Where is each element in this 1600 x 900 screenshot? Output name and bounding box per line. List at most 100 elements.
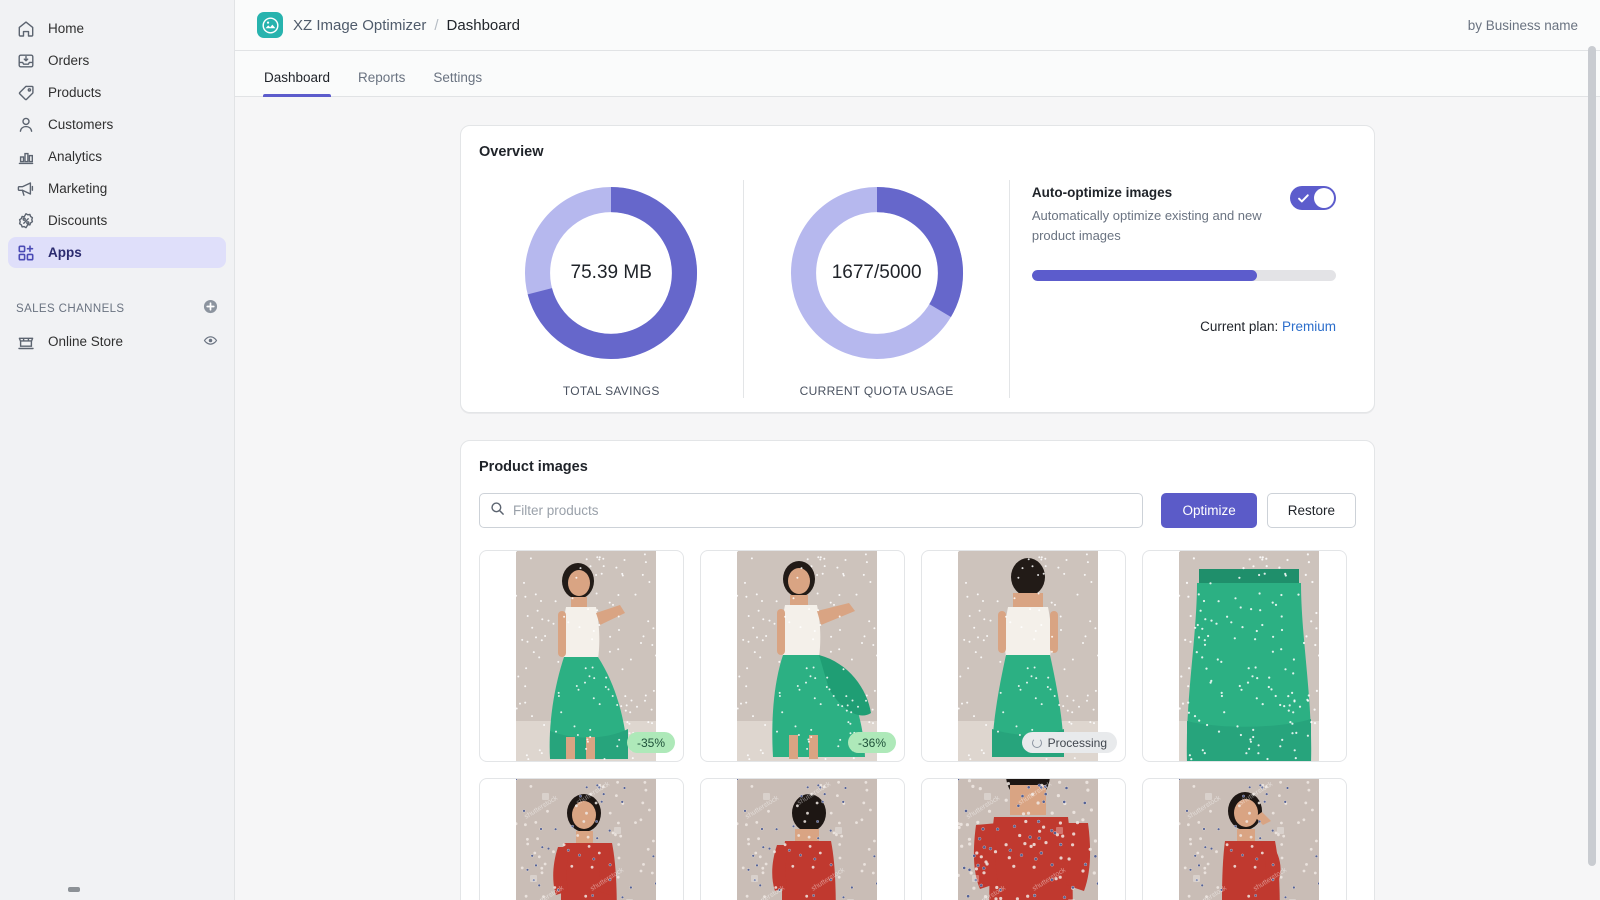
product-image-card[interactable]: Processing bbox=[921, 550, 1126, 762]
sidebar-item-analytics[interactable]: Analytics bbox=[8, 141, 226, 172]
check-icon bbox=[1297, 192, 1310, 210]
sales-channel-list: Online Store bbox=[0, 326, 234, 357]
product-thumbnail bbox=[737, 551, 877, 762]
total-savings-value: 75.39 MB bbox=[518, 180, 704, 366]
toggle-knob bbox=[1314, 188, 1334, 208]
quota-label: CURRENT QUOTA USAGE bbox=[800, 384, 954, 398]
product-toolbar: Optimize Restore bbox=[479, 493, 1356, 528]
page-content: Overview 75.39 MB TOTAL SAVINGS bbox=[235, 97, 1600, 900]
sidebar-item-label: Home bbox=[48, 21, 84, 36]
vertical-scrollbar[interactable] bbox=[1588, 46, 1596, 866]
person-icon bbox=[16, 115, 36, 135]
breadcrumb-separator: / bbox=[434, 17, 438, 34]
image-optimizer-logo-icon bbox=[257, 12, 283, 38]
scroll-area: Overview 75.39 MB TOTAL SAVINGS bbox=[235, 97, 1600, 900]
search-input[interactable] bbox=[513, 503, 1132, 518]
app-root: Home Orders Products Customers Analytics Mark… bbox=[0, 0, 1600, 900]
product-thumbnail bbox=[1179, 551, 1319, 762]
sales-channels-label: SALES CHANNELS bbox=[16, 303, 125, 315]
search-icon bbox=[490, 501, 505, 521]
plus-circle-icon[interactable] bbox=[203, 299, 218, 319]
sidebar-item-label: Analytics bbox=[48, 149, 102, 164]
quota-value: 1677/5000 bbox=[784, 180, 970, 366]
tab-reports[interactable]: Reports bbox=[344, 70, 419, 96]
sales-channels-header: SALES CHANNELS bbox=[8, 296, 226, 322]
savings-badge: -36% bbox=[848, 732, 896, 753]
product-image-card[interactable]: -36% bbox=[700, 550, 905, 762]
product-image-card[interactable]: shutterstock shutterstock shutterstock s… bbox=[1142, 778, 1347, 900]
tab-bar: Dashboard Reports Settings bbox=[235, 51, 1600, 97]
savings-badge: -35% bbox=[627, 732, 675, 753]
current-plan-label: Current plan: bbox=[1200, 319, 1278, 334]
megaphone-icon bbox=[16, 179, 36, 199]
spinner-icon bbox=[1032, 738, 1042, 748]
auto-optimize-description: Automatically optimize existing and new … bbox=[1032, 206, 1272, 246]
sales-channel-label: Online Store bbox=[48, 334, 123, 349]
product-thumbnail: shutterstock shutterstock shutterstock s… bbox=[1179, 779, 1319, 900]
sidebar-item-label: Apps bbox=[48, 245, 82, 260]
tab-label: Reports bbox=[358, 70, 405, 85]
orders-icon bbox=[16, 51, 36, 71]
main-area: XZ Image Optimizer / Dashboard by Busine… bbox=[235, 0, 1600, 900]
total-savings-donut-chart: 75.39 MB bbox=[518, 180, 704, 366]
processing-label: Processing bbox=[1048, 736, 1107, 750]
sidebar-item-customers[interactable]: Customers bbox=[8, 109, 226, 140]
product-image-grid: -35% -36% bbox=[479, 550, 1356, 900]
sidebar-item-marketing[interactable]: Marketing bbox=[8, 173, 226, 204]
discount-icon bbox=[16, 211, 36, 231]
sidebar-item-home[interactable]: Home bbox=[8, 13, 226, 44]
product-thumbnail: shutterstock shutterstock shutterstock s… bbox=[516, 779, 656, 900]
apps-icon bbox=[16, 243, 36, 263]
sidebar-nav: Home Orders Products Customers Analytics Mark… bbox=[0, 13, 234, 268]
tab-label: Settings bbox=[433, 70, 482, 85]
optimize-button[interactable]: Optimize bbox=[1161, 493, 1256, 528]
tab-dashboard[interactable]: Dashboard bbox=[250, 70, 344, 96]
page-title: Dashboard bbox=[447, 17, 520, 34]
current-plan: Current plan: Premium bbox=[1032, 319, 1336, 334]
home-icon bbox=[16, 19, 36, 39]
sidebar-item-products[interactable]: Products bbox=[8, 77, 226, 108]
product-thumbnail: shutterstock shutterstock shutterstock s… bbox=[958, 779, 1098, 900]
storefront-icon bbox=[16, 332, 36, 352]
eye-icon[interactable] bbox=[203, 333, 218, 351]
product-image-card[interactable]: shutterstock shutterstock shutterstock s… bbox=[921, 778, 1126, 900]
product-image-card[interactable]: shutterstock shutterstock shutterstock s… bbox=[479, 778, 684, 900]
overview-title: Overview bbox=[479, 144, 1356, 160]
plan-link[interactable]: Premium bbox=[1282, 319, 1336, 334]
sidebar-item-label: Discounts bbox=[48, 213, 107, 228]
product-image-card[interactable]: -35% bbox=[479, 550, 684, 762]
sidebar: Home Orders Products Customers Analytics Mark… bbox=[0, 0, 235, 900]
sidebar-item-label: Marketing bbox=[48, 181, 107, 196]
restore-button[interactable]: Restore bbox=[1267, 493, 1356, 528]
auto-optimize-title: Auto-optimize images bbox=[1032, 185, 1272, 200]
sidebar-item-orders[interactable]: Orders bbox=[8, 45, 226, 76]
top-bar: XZ Image Optimizer / Dashboard by Busine… bbox=[235, 0, 1600, 51]
product-images-card: Product images Optimize Restore bbox=[460, 440, 1375, 900]
processing-badge: Processing bbox=[1022, 732, 1117, 753]
filter-products-searchbox[interactable] bbox=[479, 493, 1143, 528]
sidebar-item-label: Customers bbox=[48, 117, 113, 132]
sidebar-item-label: Products bbox=[48, 85, 101, 100]
product-image-card[interactable] bbox=[1142, 550, 1347, 762]
product-thumbnail bbox=[516, 551, 656, 762]
total-savings-metric: 75.39 MB TOTAL SAVINGS bbox=[479, 180, 743, 398]
sidebar-item-discounts[interactable]: Discounts bbox=[8, 205, 226, 236]
sidebar-item-online-store[interactable]: Online Store bbox=[8, 326, 226, 357]
sidebar-footer-handle[interactable] bbox=[68, 887, 80, 892]
quota-donut-chart: 1677/5000 bbox=[784, 180, 970, 366]
auto-optimize-toggle[interactable] bbox=[1290, 186, 1336, 210]
bar-chart-icon bbox=[16, 147, 36, 167]
product-images-title: Product images bbox=[479, 459, 1356, 475]
quota-metric: 1677/5000 CURRENT QUOTA USAGE bbox=[743, 180, 1008, 398]
app-byline: by Business name bbox=[1468, 18, 1578, 33]
product-image-card[interactable]: shutterstock shutterstock shutterstock s… bbox=[700, 778, 905, 900]
sidebar-item-apps[interactable]: Apps bbox=[8, 237, 226, 268]
tab-label: Dashboard bbox=[264, 70, 330, 85]
auto-optimize-progress-bar bbox=[1032, 270, 1336, 281]
tab-settings[interactable]: Settings bbox=[419, 70, 496, 96]
app-name[interactable]: XZ Image Optimizer bbox=[293, 17, 426, 34]
progress-fill bbox=[1032, 270, 1257, 281]
product-thumbnail: shutterstock shutterstock shutterstock s… bbox=[737, 779, 877, 900]
sidebar-item-label: Orders bbox=[48, 53, 89, 68]
total-savings-label: TOTAL SAVINGS bbox=[563, 384, 660, 398]
